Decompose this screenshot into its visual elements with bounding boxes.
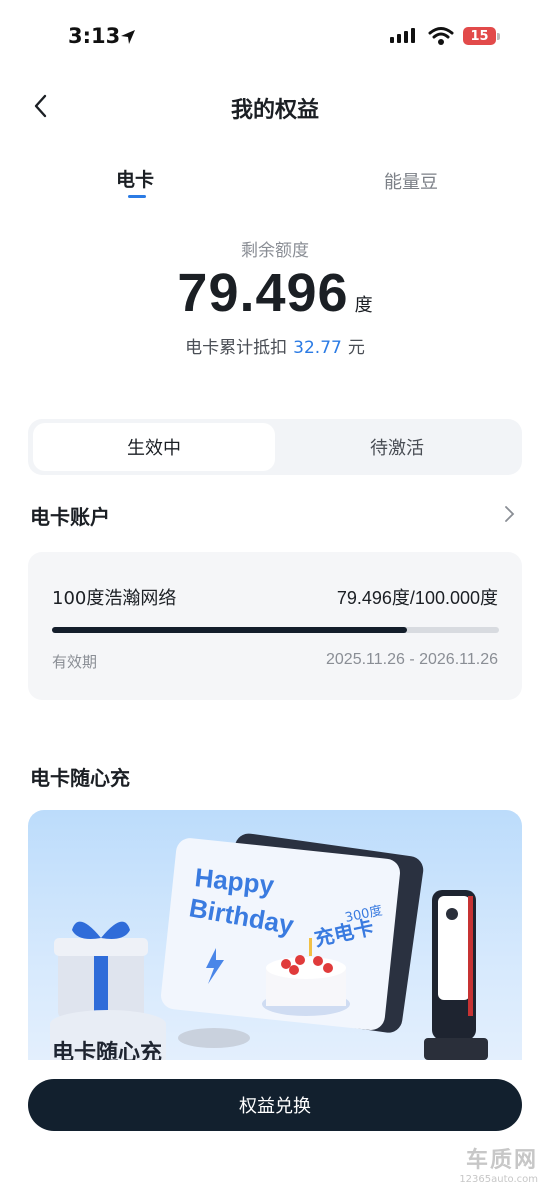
page-title: 我的权益 [230,98,319,123]
location-arrow-icon [121,30,135,44]
watermark-url: 12365auto.com [459,1174,538,1185]
usage-progress-fill [52,627,408,633]
account-section-title[interactable]: 电卡账户 [30,501,110,530]
remaining-label: 剩余额度 [241,241,309,261]
remaining-amount: 79.496 度 [0,262,550,324]
card-usage: 79.496度/100.000度 [336,588,498,608]
wifi-icon [428,27,454,45]
watermark-brand: 车质网 [465,1148,538,1173]
cellular-signal-icon [390,28,415,43]
back-arrow-icon[interactable] [28,92,56,120]
banner-footer-text: 电卡随心充 [52,1040,162,1060]
deduct-prefix: 电卡累计抵扣 [185,338,288,358]
deduct-summary: 电卡累计抵扣 32.77 元 [0,333,550,358]
chevron-right-icon[interactable] [502,505,516,523]
watermark-logo: 车质网 12365auto.com [459,1142,538,1185]
tab-active-indicator [128,195,146,198]
battery-icon: 15 [463,27,496,45]
usage-progress-bar [52,627,499,633]
redeem-button[interactable]: 权益兑换 [28,1079,522,1131]
promo-banner-art: Happy Birthday 300度 充电卡 电卡随心充 [50,833,488,1060]
tab-dianka[interactable]: 电卡 [116,165,154,192]
promo-banner[interactable]: Happy Birthday 300度 充电卡 电卡随心充 [28,810,522,1060]
validity-label: 有效期 [52,653,98,671]
remaining-unit: 度 [354,295,373,316]
remaining-value: 79.496 [177,263,349,323]
card-name: 100度浩瀚网络 [52,588,177,609]
tab-nengliangdou[interactable]: 能量豆 [384,168,438,194]
segment-active[interactable]: 生效中 [33,423,275,471]
battery-level: 15 [470,28,489,44]
validity-range: 2025.11.26 - 2026.11.26 [326,651,498,668]
account-card[interactable] [28,552,522,700]
battery-nub [497,33,500,40]
deduct-unit: 元 [347,338,365,358]
segment-pending[interactable]: 待激活 [276,423,518,471]
promo-section-title: 电卡随心充 [30,766,130,790]
status-time: 3:13 [68,24,121,48]
deduct-amount: 32.77 [293,338,342,358]
